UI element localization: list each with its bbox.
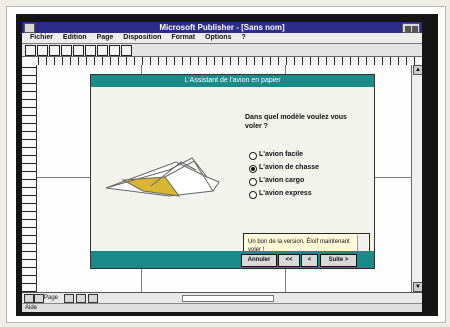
radio-button[interactable] (249, 191, 257, 199)
paper-plane-illustration (105, 157, 220, 197)
title-bar: Microsoft Publisher - [Sans nom] (22, 22, 422, 33)
maximize-icon[interactable] (412, 26, 418, 32)
cancel-button[interactable]: Annuler (241, 254, 277, 267)
vertical-ruler (22, 65, 37, 292)
paper-plane-wizard-dialog: L'Assistant de l'avion en papier Dans qu… (90, 74, 375, 269)
application-screen: Microsoft Publisher - [Sans nom] Fichier… (22, 22, 422, 312)
minimize-icon[interactable] (405, 26, 411, 32)
option-cargo-plane[interactable]: L'avion cargo (249, 177, 354, 187)
menu-edition[interactable]: Edition (63, 33, 87, 43)
pointer-tool-icon[interactable] (25, 45, 36, 56)
option-label: L'avion cargo (259, 177, 305, 184)
box-tool-icon[interactable] (85, 45, 96, 56)
next-button[interactable]: Suite > (320, 254, 357, 267)
previous-button[interactable]: < (301, 254, 318, 267)
wizard-tool-icon[interactable] (121, 45, 132, 56)
status-text: Aide (25, 305, 38, 311)
table-tool-icon[interactable] (61, 45, 72, 56)
page-navigation-bar: Page (22, 292, 422, 303)
page-label: Page (44, 295, 59, 301)
radio-button[interactable] (249, 178, 257, 186)
next-page-icon[interactable] (76, 294, 86, 303)
menu-page[interactable]: Page (97, 33, 114, 43)
option-easy-plane[interactable]: L'avion facile (249, 151, 354, 161)
option-label: L'avion facile (259, 151, 304, 158)
menu-help[interactable]: ? (241, 33, 245, 43)
menu-format[interactable]: Format (171, 33, 195, 43)
previous-page-icon[interactable] (34, 294, 44, 303)
window-controls[interactable] (402, 23, 420, 33)
horizontal-scrollbar[interactable] (182, 295, 274, 302)
text-tool-icon[interactable] (37, 45, 48, 56)
option-express-plane[interactable]: L'avion express (249, 190, 354, 200)
window-title: Microsoft Publisher - [Sans nom] (159, 23, 285, 32)
option-label: L'avion de chasse (259, 164, 320, 171)
question-text: Dans quel modèle voulez vous voler ? (245, 114, 347, 130)
menu-disposition[interactable]: Disposition (123, 33, 161, 43)
line-tool-icon[interactable] (73, 45, 84, 56)
radio-button-selected[interactable] (249, 165, 257, 173)
scroll-up-icon[interactable]: ▲ (413, 65, 422, 75)
menu-bar: Fichier Edition Page Disposition Format … (22, 33, 422, 44)
dialog-button-bar: Annuler << < Suite > (91, 251, 374, 268)
vertical-scrollbar[interactable]: ▲ ▼ (411, 65, 422, 292)
ellipse-tool-icon[interactable] (97, 45, 108, 56)
option-fighter-plane[interactable]: L'avion de chasse (249, 164, 354, 174)
last-page-icon[interactable] (88, 294, 98, 303)
toolbar (22, 44, 422, 57)
picture-tool-icon[interactable] (49, 45, 60, 56)
menu-fichier[interactable]: Fichier (30, 33, 53, 43)
frame-tool-icon[interactable] (109, 45, 120, 56)
status-bar: Aide (22, 303, 422, 312)
first-page-icon[interactable] (24, 294, 34, 303)
first-step-button[interactable]: << (278, 254, 300, 267)
system-menu-icon[interactable] (24, 23, 35, 33)
option-label: L'avion express (259, 190, 312, 197)
scroll-down-icon[interactable]: ▼ (413, 282, 422, 292)
menu-options[interactable]: Options (205, 33, 231, 43)
page-number-field[interactable] (64, 294, 74, 303)
radio-button[interactable] (249, 152, 257, 160)
dialog-title: L'Assistant de l'avion en papier (91, 75, 374, 87)
